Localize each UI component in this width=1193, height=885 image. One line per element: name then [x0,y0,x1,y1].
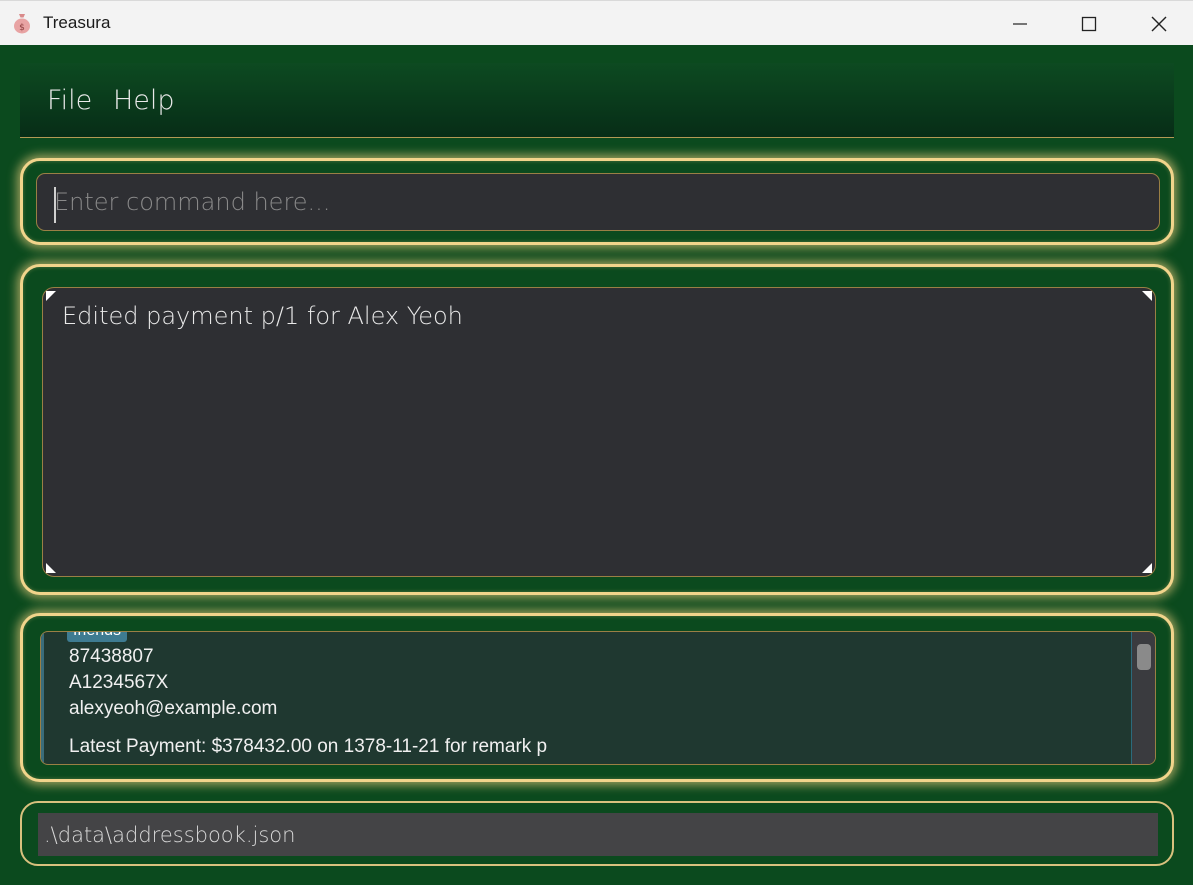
list-scrollbar[interactable] [1131,632,1155,764]
person-latest-payment: Latest Payment: $378432.00 on 1378-11-21… [69,736,548,757]
save-file-path: .\data\addressbook.json [44,823,296,847]
scroll-thumb[interactable] [1137,644,1151,670]
resize-corner [46,291,56,301]
status-bar: .\data\addressbook.json [38,813,1158,856]
minimize-icon [1012,22,1027,25]
list-item[interactable]: friends 87438807 A1234567X alexyeoh@exam… [41,632,1131,764]
person-list-panel: friends 87438807 A1234567X alexyeoh@exam… [20,613,1174,782]
window-title: Treasura [43,13,111,32]
resize-corner [46,563,56,573]
person-email: alexyeoh@example.com [69,698,278,719]
person-phone: 87438807 [69,646,154,667]
money-bag-icon: $ [14,14,30,34]
close-button[interactable] [1124,1,1193,46]
result-message: Edited payment p/1 for Alex Yeoh [62,302,463,330]
command-box-panel [20,158,1174,245]
close-icon [1151,16,1166,31]
minimize-button[interactable] [985,1,1054,46]
result-display-panel: Edited payment p/1 for Alex Yeoh [20,264,1174,595]
person-list[interactable]: friends 87438807 A1234567X alexyeoh@exam… [40,631,1156,765]
menu-file[interactable]: File [47,85,92,116]
menu-bar: File Help [20,63,1174,138]
maximize-button[interactable] [1054,1,1123,46]
maximize-icon [1081,16,1096,31]
title-bar: $ Treasura [0,0,1193,45]
resize-corner [1142,291,1152,301]
tag-badge: friends [67,632,128,642]
status-bar-panel: .\data\addressbook.json [20,801,1174,866]
result-display: Edited payment p/1 for Alex Yeoh [42,287,1156,577]
menu-help[interactable]: Help [113,85,175,116]
svg-text:$: $ [19,23,25,33]
command-input[interactable] [36,173,1160,231]
text-caret [54,187,56,223]
person-id: A1234567X [69,672,169,693]
resize-corner [1142,563,1152,573]
